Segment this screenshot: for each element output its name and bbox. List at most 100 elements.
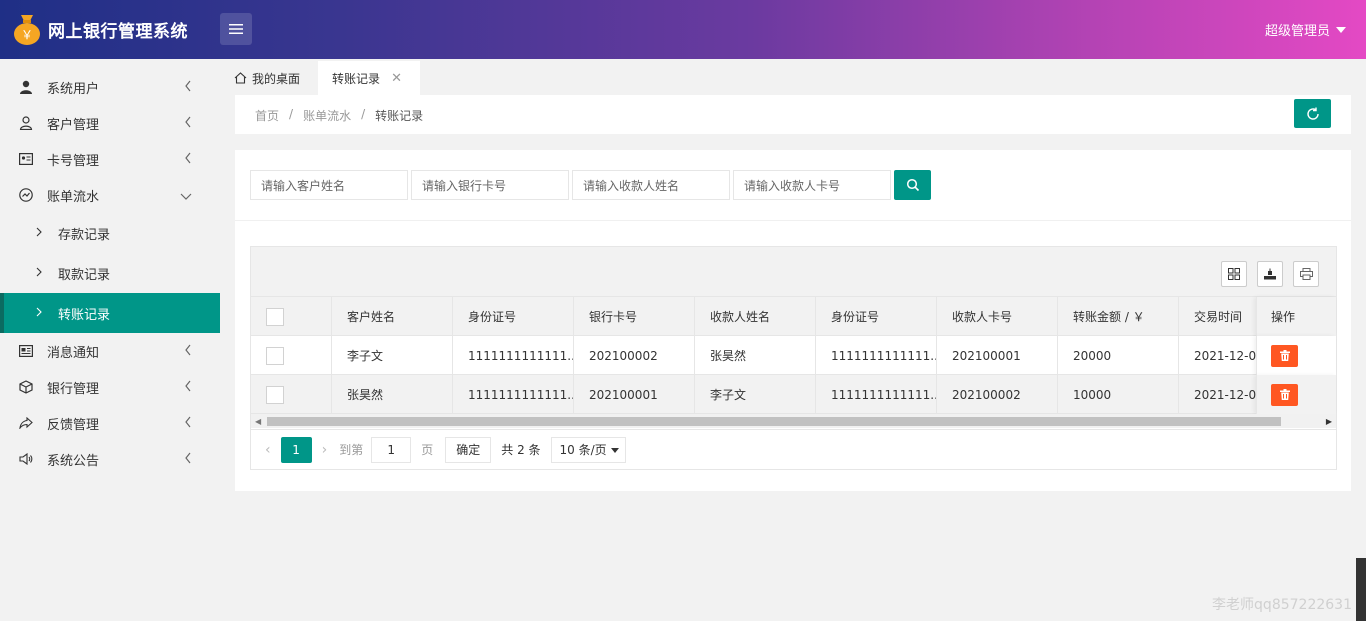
sidebar-item-label: 系统用户 (47, 81, 100, 97)
current-page-button[interactable]: 1 (280, 436, 312, 463)
column-header[interactable]: 收款人姓名 (695, 297, 816, 336)
table-row[interactable]: 张昊然 1111111111111... 202100001 李子文 11111… (251, 375, 1336, 414)
logo-glyph: ￥ (21, 28, 33, 42)
watermark: 李老师qq857222631 (1212, 597, 1352, 613)
row-checkbox[interactable] (266, 385, 284, 404)
page-size-select[interactable]: 10 条/页 (550, 436, 626, 463)
page-unit-label: 页 (421, 443, 434, 457)
sidebar-item-label: 卡号管理 (47, 153, 100, 169)
scroll-left-arrow-icon[interactable]: ◀ (255, 417, 261, 426)
breadcrumb: 首页 / 账单流水 / 转账记录 (255, 107, 423, 124)
select-all-checkbox[interactable] (266, 307, 284, 326)
scrollbar-thumb[interactable] (267, 417, 1281, 426)
tab-home[interactable]: 我的桌面 (234, 61, 300, 95)
breadcrumb-item[interactable]: 首页 (255, 107, 279, 124)
column-header: 操作 (1271, 310, 1296, 324)
total-count: 共 2 条 (501, 443, 541, 457)
cell-card-number: 202100002 (574, 336, 695, 375)
table-toolbar (251, 247, 1336, 297)
sidebar-item-messages[interactable]: 消息通知 (0, 333, 220, 369)
search-button[interactable] (894, 170, 931, 200)
sidebar-item-bills[interactable]: 账单流水 (0, 177, 220, 213)
user-filled-icon (18, 79, 34, 95)
payee-card-input[interactable]: 请输入收款人卡号 (733, 170, 891, 200)
trash-icon (1279, 350, 1290, 361)
cube-icon (18, 379, 34, 395)
sidebar-item-feedback[interactable]: 反馈管理 (0, 405, 220, 441)
breadcrumb-current: 转账记录 (375, 109, 424, 123)
close-icon[interactable]: ✕ (391, 71, 402, 86)
prev-page-icon[interactable]: ‹ (265, 442, 271, 458)
print-button[interactable] (1293, 261, 1319, 287)
sidebar-subitem-label: 转账记录 (58, 307, 111, 323)
column-header[interactable]: 收款人卡号 (937, 297, 1058, 336)
data-table: 客户姓名 身份证号 银行卡号 收款人姓名 身份证号 收款人卡号 转账金额 / ￥… (250, 246, 1337, 470)
column-header[interactable]: 银行卡号 (574, 297, 695, 336)
export-button[interactable] (1257, 261, 1283, 287)
user-outline-icon (18, 115, 34, 131)
sidebar-item-announcements[interactable]: 系统公告 (0, 441, 220, 477)
sidebar-subitem-transfers[interactable]: 转账记录 (0, 293, 220, 333)
column-header[interactable]: 身份证号 (816, 297, 937, 336)
column-header[interactable]: 身份证号 (453, 297, 574, 336)
tab-bar: 我的桌面 转账记录 ✕ (220, 59, 1366, 95)
sidebar-subitem-deposits[interactable]: 存款记录 (0, 213, 220, 253)
chevron-right-icon (36, 266, 42, 281)
hamburger-icon (229, 24, 243, 34)
customer-name-input[interactable]: 请输入客户姓名 (250, 170, 408, 200)
horizontal-scrollbar[interactable]: ◀ ▶ (251, 414, 1336, 428)
breadcrumb-item[interactable]: 账单流水 (303, 107, 351, 124)
next-page-icon[interactable]: › (322, 442, 328, 458)
print-icon (1299, 268, 1313, 280)
search-form: 请输入客户姓名 请输入银行卡号 请输入收款人姓名 请输入收款人卡号 (250, 170, 931, 200)
row-checkbox-cell (251, 336, 332, 375)
caret-down-icon (1336, 26, 1346, 33)
goto-confirm-button[interactable]: 确定 (445, 436, 492, 463)
chevron-left-icon (184, 452, 192, 468)
card-number-input[interactable]: 请输入银行卡号 (411, 170, 569, 200)
column-header[interactable]: 转账金额 / ￥ (1058, 297, 1179, 336)
menu-toggle-button[interactable] (220, 13, 252, 45)
chevron-left-icon (184, 416, 192, 432)
cell-id-number: 1111111111111... (453, 336, 574, 375)
logo[interactable]: ￥ 网上银行管理系统 (12, 12, 188, 46)
main-card: 请输入客户姓名 请输入银行卡号 请输入收款人姓名 请输入收款人卡号 客户姓名 身… (235, 150, 1351, 491)
header-checkbox-cell (251, 297, 332, 336)
cell-payee-card: 202100002 (937, 375, 1058, 414)
scroll-right-arrow-icon[interactable]: ▶ (1326, 417, 1332, 426)
divider (235, 220, 1351, 221)
table-row[interactable]: 李子文 1111111111111... 202100002 张昊然 11111… (251, 336, 1336, 375)
chevron-down-icon (180, 190, 192, 205)
row-actions (1256, 375, 1336, 414)
sidebar: 系统用户 客户管理 卡号管理 账单流水 存款记录 取款记录 转账记录 消息通知 … (0, 59, 220, 621)
user-menu[interactable]: 超级管理员 (1265, 20, 1346, 39)
sidebar-item-label: 消息通知 (47, 345, 100, 361)
sidebar-item-banks[interactable]: 银行管理 (0, 369, 220, 405)
chevron-left-icon (184, 80, 192, 96)
row-actions (1256, 336, 1336, 375)
delete-button[interactable] (1271, 383, 1298, 406)
cell-payee-id-number: 1111111111111... (816, 375, 937, 414)
sidebar-item-label: 银行管理 (47, 381, 100, 397)
row-checkbox-cell (251, 375, 332, 414)
column-header[interactable]: 客户姓名 (332, 297, 453, 336)
row-checkbox[interactable] (266, 346, 284, 365)
sidebar-subitem-label: 存款记录 (58, 227, 111, 243)
cell-card-number: 202100001 (574, 375, 695, 414)
sidebar-item-system-users[interactable]: 系统用户 (0, 69, 220, 105)
trend-icon (18, 187, 34, 203)
cell-customer-name: 张昊然 (332, 375, 453, 414)
sidebar-item-customers[interactable]: 客户管理 (0, 105, 220, 141)
tab-transfers[interactable]: 转账记录 ✕ (318, 61, 420, 95)
sidebar-item-cards[interactable]: 卡号管理 (0, 141, 220, 177)
sidebar-item-label: 反馈管理 (47, 417, 100, 433)
refresh-button[interactable] (1294, 99, 1331, 128)
sidebar-subitem-withdrawals[interactable]: 取款记录 (0, 253, 220, 293)
cell-amount: 20000 (1058, 336, 1179, 375)
user-menu-label: 超级管理员 (1264, 24, 1330, 39)
page-number-input[interactable]: 1 (371, 436, 412, 463)
columns-filter-button[interactable] (1221, 261, 1247, 287)
delete-button[interactable] (1271, 344, 1298, 367)
cell-payee-name: 张昊然 (695, 336, 816, 375)
payee-name-input[interactable]: 请输入收款人姓名 (572, 170, 730, 200)
